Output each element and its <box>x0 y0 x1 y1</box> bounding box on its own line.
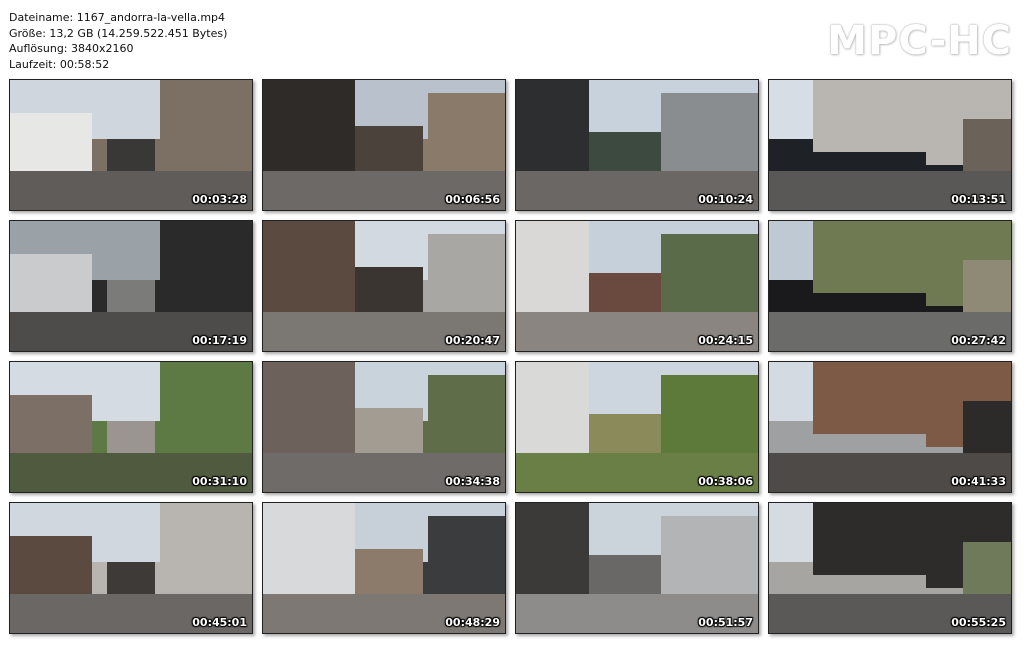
thumb-building <box>263 503 355 607</box>
thumb-detail <box>588 273 662 312</box>
timestamp: 00:34:38 <box>445 475 500 488</box>
resolution-line: Auflösung: 3840x2160 <box>9 42 134 55</box>
thumb-building <box>160 221 252 319</box>
timestamp: 00:17:19 <box>192 334 247 347</box>
thumb-detail <box>962 260 1011 312</box>
thumb-detail <box>962 401 1011 453</box>
thumb-detail <box>354 125 423 178</box>
thumbnail: 00:41:33 <box>768 361 1012 493</box>
thumb-detail <box>354 548 423 601</box>
file-info: Dateiname: 1167_andorra-la-vella.mp4 Grö… <box>9 10 227 72</box>
size-line: Größe: 13,2 GB (14.259.522.451 Bytes) <box>9 26 228 40</box>
thumb-building <box>263 362 355 466</box>
timestamp: 00:31:10 <box>192 475 247 488</box>
thumb-building <box>263 80 355 184</box>
timestamp: 00:38:06 <box>698 475 753 488</box>
thumbnail: 00:10:24 <box>515 79 759 211</box>
timestamp: 00:55:25 <box>951 616 1006 629</box>
thumb-detail <box>354 266 423 319</box>
thumbnail: 00:06:56 <box>262 79 506 211</box>
thumb-detail <box>588 414 662 453</box>
thumbnail: 00:48:29 <box>262 502 506 634</box>
thumbnail: 00:51:57 <box>515 502 759 634</box>
timestamp: 00:20:47 <box>445 334 500 347</box>
timestamp: 00:41:33 <box>951 475 1006 488</box>
thumbnail: 00:27:42 <box>768 220 1012 352</box>
thumb-building <box>263 221 355 325</box>
timestamp: 00:51:57 <box>698 616 753 629</box>
thumb-building <box>160 503 252 601</box>
thumb-building <box>160 80 252 178</box>
timestamp: 00:45:01 <box>192 616 247 629</box>
timestamp: 00:10:24 <box>698 193 753 206</box>
thumbnail: 00:20:47 <box>262 220 506 352</box>
thumb-detail <box>962 542 1011 594</box>
timestamp: 00:06:56 <box>445 193 500 206</box>
thumbnail: 00:03:28 <box>9 79 253 211</box>
thumbnail: 00:24:15 <box>515 220 759 352</box>
thumbnail: 00:31:10 <box>9 361 253 493</box>
thumbnail: 00:55:25 <box>768 502 1012 634</box>
thumbnail: 00:38:06 <box>515 361 759 493</box>
thumb-detail <box>588 555 662 594</box>
thumb-building <box>160 362 252 460</box>
thumbnail: 00:17:19 <box>9 220 253 352</box>
timestamp: 00:24:15 <box>698 334 753 347</box>
filename-line: Dateiname: 1167_andorra-la-vella.mp4 <box>9 11 226 24</box>
thumb-detail <box>588 132 662 171</box>
timestamp: 00:48:29 <box>445 616 500 629</box>
timestamp: 00:13:51 <box>951 193 1006 206</box>
thumbnail: 00:13:51 <box>768 79 1012 211</box>
thumb-detail <box>962 119 1011 171</box>
thumbnail-grid: 00:03:28 00:06:56 00:10:24 00:13:51 00:1… <box>9 79 1012 634</box>
thumb-detail <box>354 407 423 460</box>
runtime-line: Laufzeit: 00:58:52 <box>9 57 110 71</box>
timestamp: 00:03:28 <box>192 193 247 206</box>
timestamp: 00:27:42 <box>951 334 1006 347</box>
brand-logo: MPC-HC <box>827 18 1012 64</box>
thumbnail: 00:34:38 <box>262 361 506 493</box>
thumbnail: 00:45:01 <box>9 502 253 634</box>
